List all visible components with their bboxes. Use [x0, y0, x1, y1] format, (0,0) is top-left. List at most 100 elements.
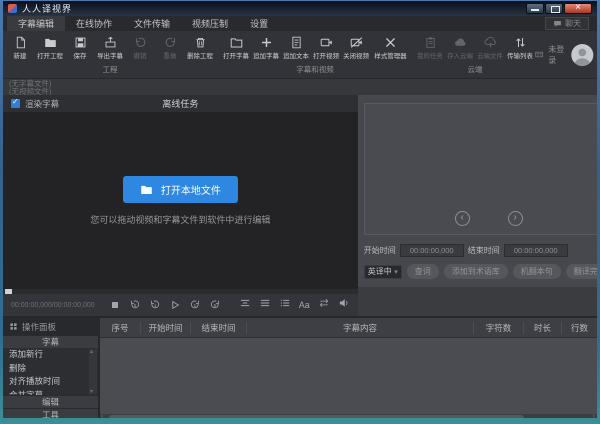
align-justify-button[interactable]: [259, 296, 271, 314]
cloud-files-button[interactable]: 云端文件: [475, 33, 505, 61]
text-file-icon: [290, 36, 303, 49]
account-area[interactable]: 未登录: [535, 31, 597, 78]
avatar[interactable]: [571, 40, 594, 70]
window-frame: 人人译视界 字幕编辑 在线协作 文件传输 视频压制 设置 聊天 新建 打开工程 …: [0, 0, 600, 424]
menu-settings[interactable]: 设置: [239, 16, 279, 31]
rewind-5s-button[interactable]: [129, 299, 141, 311]
bottom-section: 操作面板 字幕 添加新行 删除 对齐播放时间 合并字幕 编辑 工具 序号 开始时…: [3, 316, 597, 418]
align-justify-icon: [259, 297, 271, 309]
add-to-glossary-button[interactable]: 添加到术语库: [444, 264, 508, 279]
video-file-status: (无视频文件): [9, 88, 591, 96]
seek-bar[interactable]: [3, 289, 358, 294]
button-label: 传输列表: [507, 51, 533, 60]
seek-thumb[interactable]: [5, 289, 12, 294]
button-label: 存入云端: [447, 51, 473, 60]
open-subtitle-button[interactable]: 打开字幕: [221, 33, 251, 61]
delete-project-button[interactable]: 删除工程: [185, 33, 215, 61]
column-start-time[interactable]: 开始时间: [140, 322, 190, 334]
append-subtitle-button[interactable]: 追加字幕: [251, 33, 281, 61]
open-local-file-button[interactable]: 打开本地文件: [123, 176, 238, 203]
plus-icon: [260, 36, 273, 49]
previous-line-button[interactable]: ‹: [455, 211, 470, 226]
rewind-1s-button[interactable]: [149, 299, 161, 311]
transfer-icon: [514, 36, 527, 49]
add-new-line-item[interactable]: 添加新行: [3, 348, 98, 362]
align-center-button[interactable]: [239, 296, 251, 314]
column-line-count[interactable]: 行数: [561, 322, 597, 334]
close-video-button[interactable]: 关闭视频: [341, 33, 371, 61]
open-project-button[interactable]: 打开工程: [35, 33, 65, 61]
rewind-1-icon: [149, 299, 161, 311]
group-tools[interactable]: 工具: [3, 408, 98, 418]
group-subtitle[interactable]: 字幕: [3, 335, 98, 348]
maximize-button[interactable]: [545, 3, 563, 14]
scroll-left-arrow[interactable]: ‹: [101, 413, 103, 418]
offline-task-header: 渲染字幕 离线任务: [3, 95, 358, 112]
open-video-button[interactable]: 打开视频: [311, 33, 341, 61]
play-button[interactable]: [169, 299, 181, 311]
column-index[interactable]: 序号: [100, 322, 140, 334]
toolbar-group-label: 工程: [5, 63, 215, 78]
button-label: 云端文件: [477, 51, 503, 60]
player-controls: 00:00:00,000/00:00:00,000 Aa: [3, 294, 358, 316]
app-logo-icon: [8, 4, 17, 13]
lookup-word-button[interactable]: 查词: [407, 264, 439, 279]
table-body[interactable]: [100, 338, 597, 414]
menu-video-encode[interactable]: 视频压制: [181, 16, 239, 31]
group-edit[interactable]: 编辑: [3, 395, 98, 408]
swap-button[interactable]: [318, 296, 330, 314]
redo-icon: [164, 36, 177, 49]
column-duration[interactable]: 时长: [523, 322, 561, 334]
machine-translate-button[interactable]: 机翻本句: [513, 264, 561, 279]
scroll-right-arrow[interactable]: ›: [593, 413, 595, 418]
time-row: 开始时间 00:00:00,000 结束时间 00:00:00,000: [364, 243, 597, 257]
menu-file-transfer[interactable]: 文件传输: [123, 16, 181, 31]
speaker-icon: [338, 297, 350, 309]
end-time-label: 结束时间: [468, 245, 500, 256]
merge-subtitle-item[interactable]: 合并字幕: [3, 389, 98, 396]
align-playback-time-item[interactable]: 对齐播放时间: [3, 375, 98, 389]
title-bar[interactable]: 人人译视界: [3, 1, 597, 16]
column-end-time[interactable]: 结束时间: [190, 322, 246, 334]
forward-5s-button[interactable]: [209, 299, 221, 311]
chat-button[interactable]: 聊天: [545, 17, 589, 30]
window-title: 人人译视界: [22, 2, 72, 15]
translation-done-button[interactable]: 翻译完成: [566, 264, 597, 279]
button-label: 我的任务: [417, 51, 443, 60]
menu-online-collab[interactable]: 在线协作: [65, 16, 123, 31]
redo-button[interactable]: 重做: [155, 33, 185, 61]
style-manager-button[interactable]: 样式管理器: [371, 33, 409, 61]
transfer-list-button[interactable]: 传输列表: [505, 33, 535, 61]
delete-item[interactable]: 删除: [3, 362, 98, 376]
close-button[interactable]: [564, 3, 592, 14]
save-to-cloud-button[interactable]: 存入云端: [445, 33, 475, 61]
operations-panel-header: 操作面板: [3, 318, 98, 335]
next-line-button[interactable]: ›: [508, 211, 523, 226]
button-label: 撤销: [134, 51, 147, 60]
folder-open-icon: [230, 36, 243, 49]
video-drop-area[interactable]: 打开本地文件 您可以拖动视频和字幕文件到软件中进行编辑: [3, 112, 358, 289]
append-text-button[interactable]: 追加文本: [281, 33, 311, 61]
new-project-button[interactable]: 新建: [5, 33, 35, 61]
save-button[interactable]: 保存: [65, 33, 95, 61]
horizontal-scrollbar[interactable]: ‹ ›: [100, 414, 597, 418]
sidebar-scrollbar[interactable]: [89, 349, 97, 394]
column-char-count[interactable]: 字符数: [473, 322, 523, 334]
button-label: 样式管理器: [374, 51, 406, 60]
forward-1s-button[interactable]: [189, 299, 201, 311]
stop-button[interactable]: [109, 299, 121, 311]
menu-subtitle-edit[interactable]: 字幕编辑: [7, 16, 65, 31]
my-tasks-button[interactable]: 我的任务: [415, 33, 445, 61]
list-view-button[interactable]: [279, 296, 291, 314]
column-subtitle-content[interactable]: 字幕内容: [246, 322, 473, 334]
export-subtitle-button[interactable]: 导出字幕: [95, 33, 125, 61]
start-time-input[interactable]: 00:00:00,000: [400, 244, 464, 257]
end-time-input[interactable]: 00:00:00,000: [504, 244, 568, 257]
scrollbar-thumb[interactable]: [109, 415, 524, 418]
undo-button[interactable]: 撤销: [125, 33, 155, 61]
volume-button[interactable]: [338, 296, 350, 314]
language-direction-select[interactable]: 英译中: [364, 265, 402, 279]
button-label: 追加字幕: [253, 51, 279, 60]
font-style-button[interactable]: Aa: [299, 300, 310, 310]
minimize-button[interactable]: [526, 3, 544, 14]
